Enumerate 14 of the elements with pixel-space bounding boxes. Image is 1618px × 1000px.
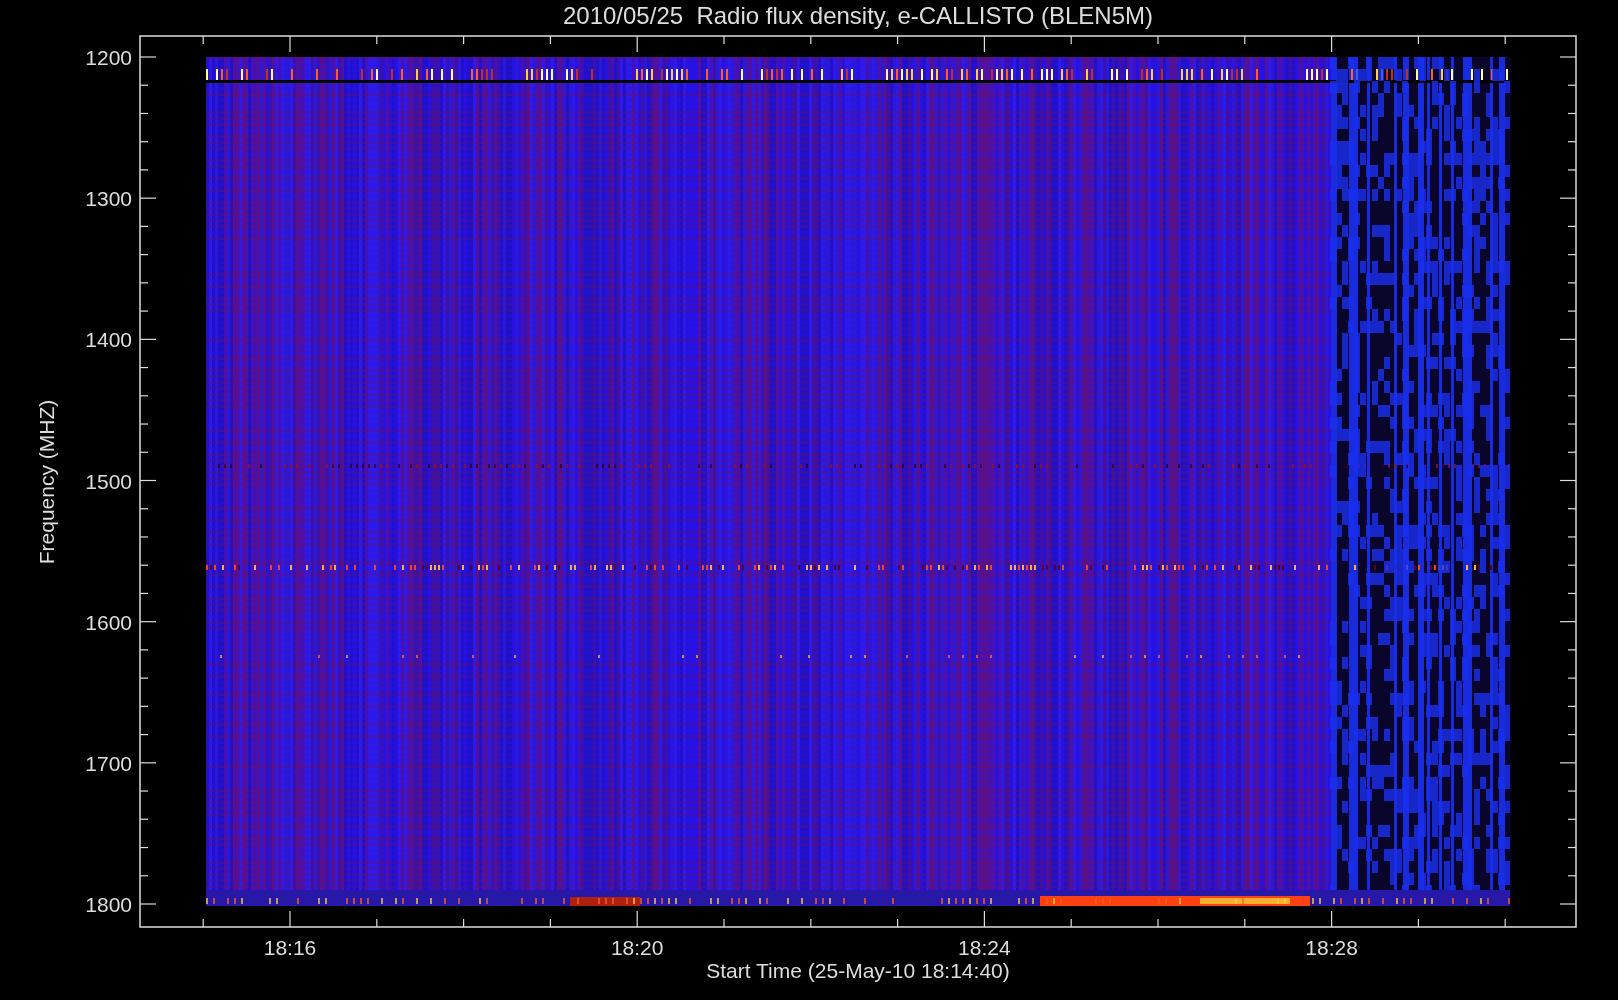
y-axis-label: Frequency (MHZ) [35, 399, 58, 565]
y-tick-label: 1800 [85, 893, 132, 917]
x-axis-label: Start Time (25-May-10 18:14:40) [706, 959, 1010, 982]
x-tick-label: 18:24 [958, 936, 1011, 959]
y-tick-label: 1400 [85, 328, 132, 352]
y-tick-label: 1200 [85, 46, 132, 69]
y-tick-label: 1500 [85, 469, 132, 493]
x-tick-label: 18:20 [610, 936, 664, 959]
x-tick-label: 18:28 [1305, 936, 1358, 959]
x-tick-label: 18:16 [263, 936, 317, 959]
y-tick-label: 1300 [85, 187, 132, 211]
chart-title: 2010/05/25 Radio flux density, e-CALLISTO (BLEN5M) [562, 2, 1154, 29]
y-tick-label: 1700 [85, 752, 132, 775]
y-tick-label: 1600 [85, 610, 132, 634]
